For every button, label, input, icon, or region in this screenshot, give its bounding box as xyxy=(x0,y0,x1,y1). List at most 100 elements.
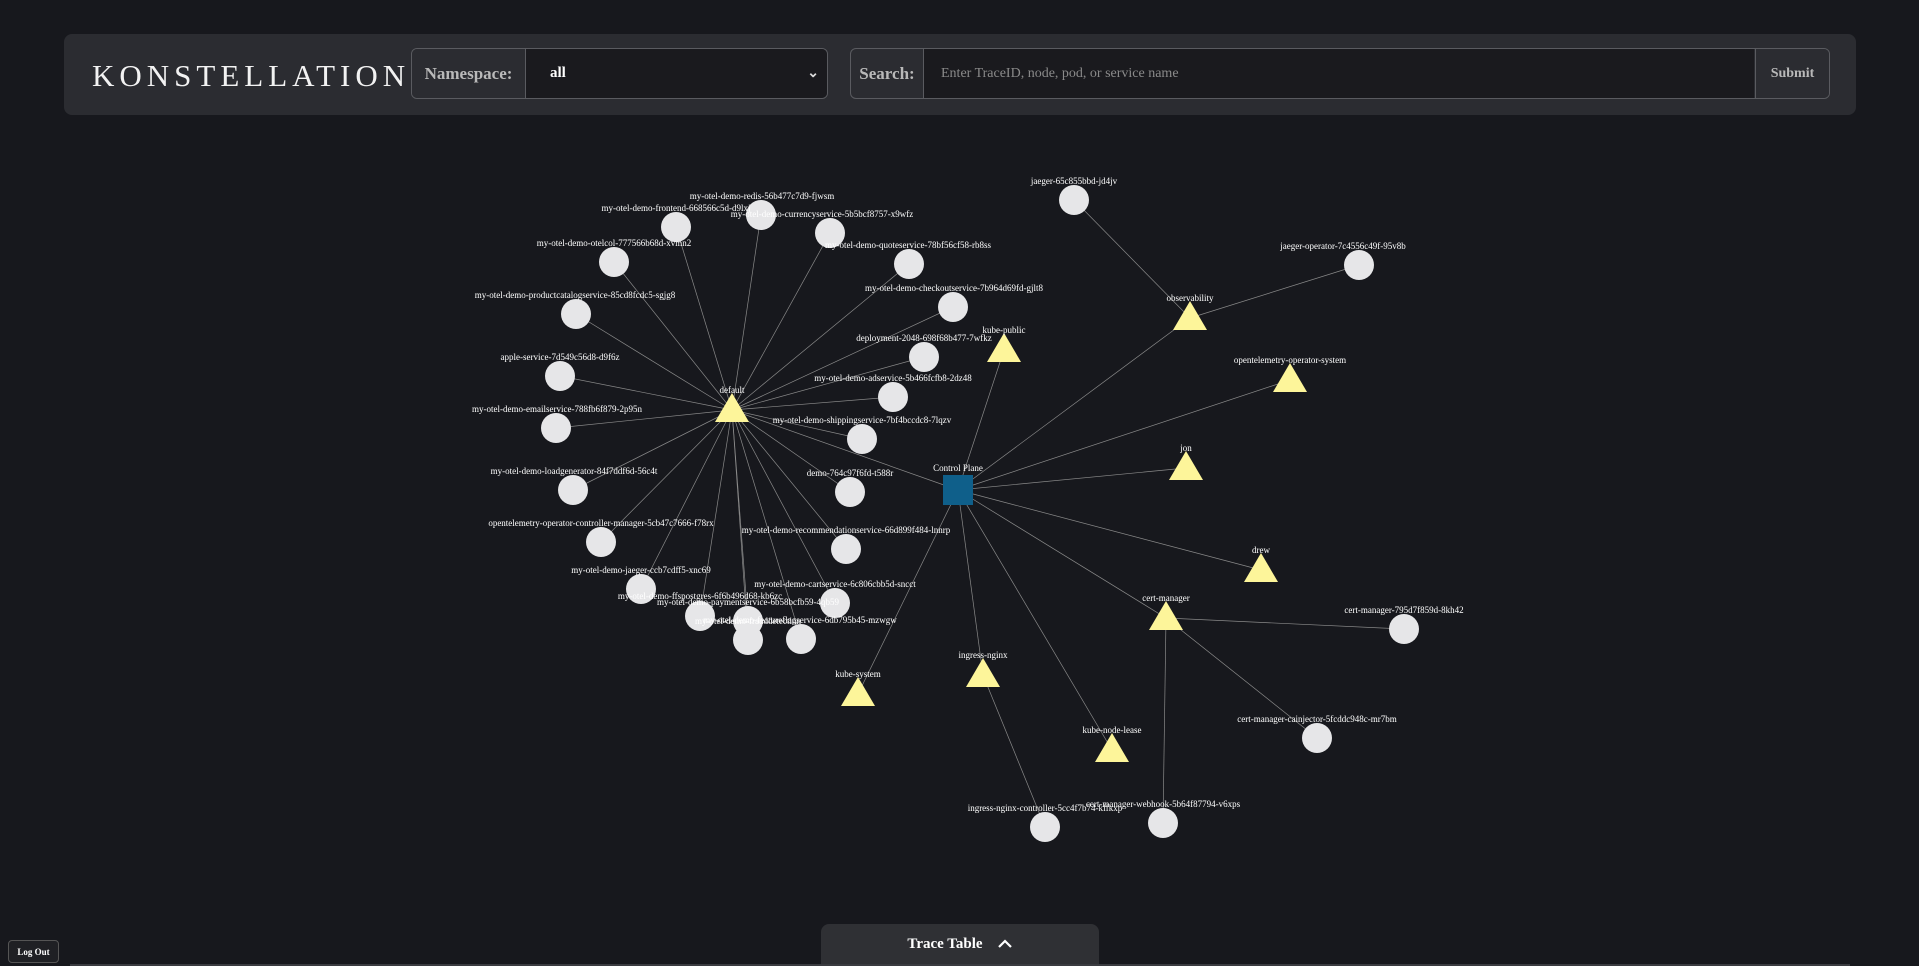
graph-edge xyxy=(572,409,733,491)
node-label: ingress-nginx xyxy=(959,650,1008,660)
graph-edge xyxy=(957,489,1113,751)
node-label: jaeger-65c855bbd-jd4jv xyxy=(1030,176,1118,186)
pod-node[interactable] xyxy=(733,625,763,655)
node-label: my-otel-demo-checkoutservice-7b964d69fd-… xyxy=(865,283,1043,293)
trace-table-label: Trace Table xyxy=(907,936,983,952)
node-label: cert-manager xyxy=(1142,593,1189,603)
namespace-selector: Namespace: all ⌄ xyxy=(411,48,828,99)
node-label: drew xyxy=(1252,545,1270,555)
pod-node[interactable] xyxy=(561,299,591,329)
graph-edge xyxy=(675,226,733,411)
graph-edge xyxy=(957,489,1262,571)
graph-edge xyxy=(957,489,984,676)
graph-edge xyxy=(575,313,733,411)
node-label: my-otel-demo-currencyservice-5b5bcf8757-… xyxy=(731,209,913,219)
node-label: my-otel-demo-paymentservice-6b58bcfb59-4… xyxy=(657,597,839,607)
node-label: demo-764c97f6fd-t588r xyxy=(807,468,893,478)
namespace-value: all xyxy=(550,65,566,81)
trace-table-toggle[interactable]: Trace Table xyxy=(821,924,1099,966)
namespace-label: Namespace: xyxy=(412,49,526,98)
graph-edge xyxy=(1165,617,1405,630)
node-label: my-otel-demo-productcatalogservice-85cd8… xyxy=(475,290,676,300)
pod-node[interactable] xyxy=(1344,250,1374,280)
node-label: kube-public xyxy=(983,325,1026,335)
pod-node[interactable] xyxy=(938,292,968,322)
node-label: my-otel-demo-loadgenerator-84f7ddf6d-56c… xyxy=(491,466,658,476)
cluster-graph[interactable]: my-otel-demo-redis-56b477c7d9-fjwsm my-ot… xyxy=(0,0,1919,966)
node-label: my-otel-demo-frauddetection xyxy=(695,616,801,626)
pod-node[interactable] xyxy=(894,249,924,279)
namespace-node[interactable] xyxy=(987,333,1021,362)
graph-edge xyxy=(857,489,959,695)
pod-node[interactable] xyxy=(541,413,571,443)
pod-node[interactable] xyxy=(558,475,588,505)
pod-node[interactable] xyxy=(1302,723,1332,753)
graph-edges xyxy=(555,199,1405,828)
pod-node[interactable] xyxy=(878,382,908,412)
node-label: my-otel-demo-redis-56b477c7d9-fjwsm xyxy=(690,191,834,201)
control-plane-node[interactable] xyxy=(943,475,973,505)
submit-button[interactable]: Submit xyxy=(1755,49,1829,98)
pod-node[interactable] xyxy=(1148,808,1178,838)
pod-node[interactable] xyxy=(545,361,575,391)
node-label: kube-node-lease xyxy=(1083,725,1142,735)
namespace-dropdown[interactable]: all ⌄ xyxy=(526,49,827,98)
node-label: my-otel-demo-recommendationservice-66d89… xyxy=(742,525,951,535)
node-label: Control Plane xyxy=(933,463,983,473)
node-label: cert-manager-cainjector-5fcddc948c-mr7bm xyxy=(1237,714,1397,724)
node-label: my-otel-demo-adservice-5b466fcfb8-2dz48 xyxy=(814,373,972,383)
chevron-down-icon: ⌄ xyxy=(807,66,819,81)
graph-edge xyxy=(613,261,733,411)
node-label: my-otel-demo-quoteservice-78bf56cf58-rb8… xyxy=(825,240,991,250)
logout-button[interactable]: Log Out xyxy=(8,940,59,963)
node-label: opentelemetry-operator-controller-manage… xyxy=(488,518,714,528)
search-input[interactable] xyxy=(924,49,1754,98)
namespace-node[interactable] xyxy=(1244,553,1278,582)
pod-node[interactable] xyxy=(909,342,939,372)
pod-node[interactable] xyxy=(1389,614,1419,644)
graph-edge xyxy=(1162,617,1167,824)
node-label: my-otel-demo-cartservice-6c806cbb5d-sncc… xyxy=(754,579,916,589)
node-label: apple-service-7d549c56d8-d9f6z xyxy=(501,352,620,362)
node-label: my-otel-demo-otelcol-777566b68d-xvmn2 xyxy=(537,238,691,248)
namespace-node[interactable] xyxy=(1173,301,1207,330)
node-label: my-otel-demo-emailservice-788fb6f879-2p9… xyxy=(472,404,642,414)
node-label: cert-manager-795d7f859d-8kh42 xyxy=(1344,605,1463,615)
node-label: jaeger-operator-7c4556c49f-95v8b xyxy=(1279,241,1406,251)
graph-edge xyxy=(731,409,836,604)
pod-node[interactable] xyxy=(831,534,861,564)
pod-node[interactable] xyxy=(586,527,616,557)
search-label: Search: xyxy=(851,49,924,98)
namespace-node[interactable] xyxy=(1169,451,1203,480)
pod-node[interactable] xyxy=(847,424,877,454)
node-label: ingress-nginx-controller-5cc4f7b74-kffkx… xyxy=(968,803,1123,813)
chevron-up-icon xyxy=(998,939,1012,948)
graph-edge xyxy=(957,379,1291,491)
graph-edge xyxy=(957,317,1191,491)
node-label: deployment-2048-698f68b477-7wfkz xyxy=(856,333,991,343)
pod-node[interactable] xyxy=(835,477,865,507)
node-label: kube-system xyxy=(835,669,881,679)
namespace-node[interactable] xyxy=(841,677,875,706)
node-label: observability xyxy=(1167,293,1214,303)
app-logo: KONSTELLATION xyxy=(92,58,411,93)
top-toolbar: KONSTELLATION Namespace: all ⌄ Search: S… xyxy=(64,34,1856,115)
search-bar: Search: Submit xyxy=(850,48,1830,99)
namespace-node[interactable] xyxy=(1273,363,1307,392)
graph-edge xyxy=(731,214,762,411)
graph-edge xyxy=(957,489,1167,619)
node-label: my-otel-demo-shippingservice-7bf4bccdc8-… xyxy=(773,415,952,425)
graph-edge xyxy=(731,232,831,411)
node-label: default xyxy=(720,385,745,395)
node-label: jon xyxy=(1179,443,1192,453)
graph-nodes: my-otel-demo-redis-56b477c7d9-fjwsm my-ot… xyxy=(472,176,1464,842)
node-label: my-otel-demo-frontend-668566c5d-d9lxj xyxy=(602,203,751,213)
node-label: my-otel-demo-jaeger-ccb7cdff5-xnc69 xyxy=(571,565,711,575)
pod-node[interactable] xyxy=(1030,812,1060,842)
pod-node[interactable] xyxy=(786,624,816,654)
namespace-node[interactable] xyxy=(1149,601,1183,630)
namespace-node[interactable] xyxy=(966,658,1000,687)
pod-node[interactable] xyxy=(599,247,629,277)
namespace-node[interactable] xyxy=(1095,733,1129,762)
pod-node[interactable] xyxy=(1059,185,1089,215)
